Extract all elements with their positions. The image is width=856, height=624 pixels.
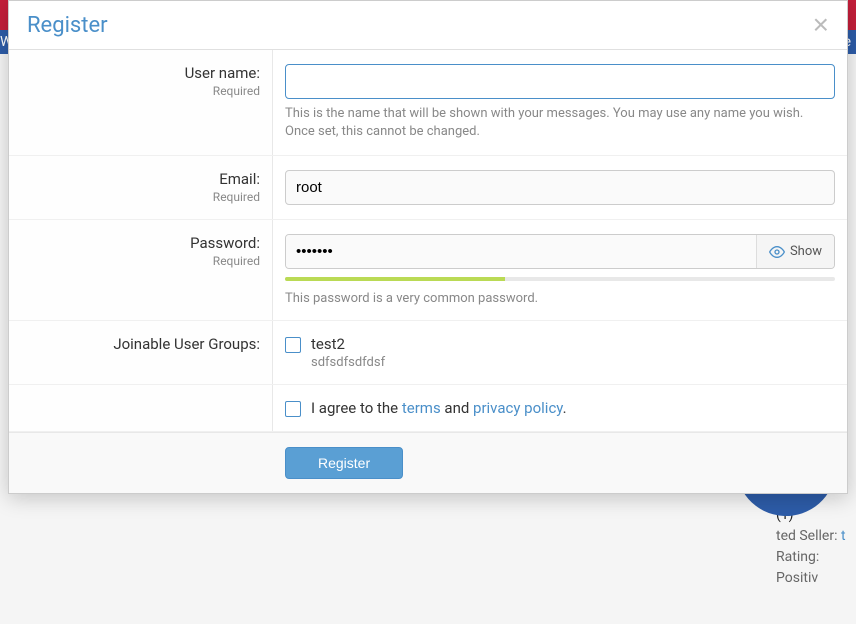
modal-header: Register × bbox=[9, 1, 847, 50]
agree-checkbox[interactable] bbox=[285, 401, 301, 417]
group-checkbox[interactable] bbox=[285, 337, 301, 353]
close-icon: × bbox=[813, 9, 829, 40]
email-input-col bbox=[273, 156, 847, 219]
agree-prefix: I agree to the bbox=[311, 399, 402, 417]
close-button[interactable]: × bbox=[813, 11, 829, 39]
privacy-link[interactable]: privacy policy bbox=[473, 399, 563, 417]
email-label-col: Email: Required bbox=[9, 156, 273, 219]
show-label: Show bbox=[790, 244, 822, 259]
modal-footer: Register bbox=[9, 432, 847, 493]
agree-row: I agree to the terms and privacy policy. bbox=[9, 385, 847, 432]
agree-text: I agree to the terms and privacy policy. bbox=[311, 399, 567, 417]
terms-link[interactable]: terms bbox=[402, 399, 441, 417]
username-required: Required bbox=[21, 84, 260, 98]
agree-label-col bbox=[9, 385, 273, 431]
show-password-toggle[interactable]: Show bbox=[756, 235, 834, 268]
agree-input-col: I agree to the terms and privacy policy. bbox=[273, 385, 847, 431]
password-input[interactable] bbox=[286, 235, 756, 268]
username-input-col: This is the name that will be shown with… bbox=[273, 50, 847, 155]
group-option-desc: sdfsdfsdfdsf bbox=[311, 355, 385, 370]
email-label: Email: bbox=[21, 170, 260, 188]
bg-rating: Rating: Positiv bbox=[776, 549, 819, 586]
username-label-col: User name: Required bbox=[9, 50, 273, 155]
password-label: Password: bbox=[21, 234, 260, 252]
password-wrapper: Show bbox=[285, 234, 835, 269]
agree-suffix: . bbox=[563, 399, 567, 417]
password-required: Required bbox=[21, 254, 260, 268]
email-required: Required bbox=[21, 190, 260, 204]
email-input[interactable] bbox=[285, 170, 835, 205]
password-strength-bar bbox=[285, 277, 835, 281]
password-row: Password: Required Show bbox=[9, 220, 847, 321]
groups-row: Joinable User Groups: test2 sdfsdfsdfdsf bbox=[9, 321, 847, 385]
username-label: User name: bbox=[21, 64, 260, 82]
modal-title: Register bbox=[27, 13, 108, 38]
email-row: Email: Required bbox=[9, 156, 847, 220]
group-option-row: test2 sdfsdfsdfdsf bbox=[285, 335, 835, 370]
username-input[interactable] bbox=[285, 64, 835, 99]
password-strength-fill bbox=[285, 277, 505, 281]
agree-checkbox-row: I agree to the terms and privacy policy. bbox=[285, 399, 835, 417]
agree-and: and bbox=[441, 399, 473, 417]
password-input-col: Show This password is a very common pass… bbox=[273, 220, 847, 320]
register-modal: Register × User name: Required This is t… bbox=[8, 0, 848, 494]
password-strength-text: This password is a very common password. bbox=[285, 291, 835, 306]
groups-label-col: Joinable User Groups: bbox=[9, 321, 273, 384]
group-option-label: test2 bbox=[311, 335, 385, 353]
eye-icon bbox=[769, 244, 785, 260]
register-submit-button[interactable]: Register bbox=[285, 447, 403, 479]
username-row: User name: Required This is the name tha… bbox=[9, 50, 847, 156]
username-help: This is the name that will be shown with… bbox=[285, 105, 835, 141]
modal-overlay: Register × User name: Required This is t… bbox=[0, 0, 856, 536]
groups-input-col: test2 sdfsdfsdfdsf bbox=[273, 321, 847, 384]
password-label-col: Password: Required bbox=[9, 220, 273, 320]
groups-label: Joinable User Groups: bbox=[21, 335, 260, 353]
